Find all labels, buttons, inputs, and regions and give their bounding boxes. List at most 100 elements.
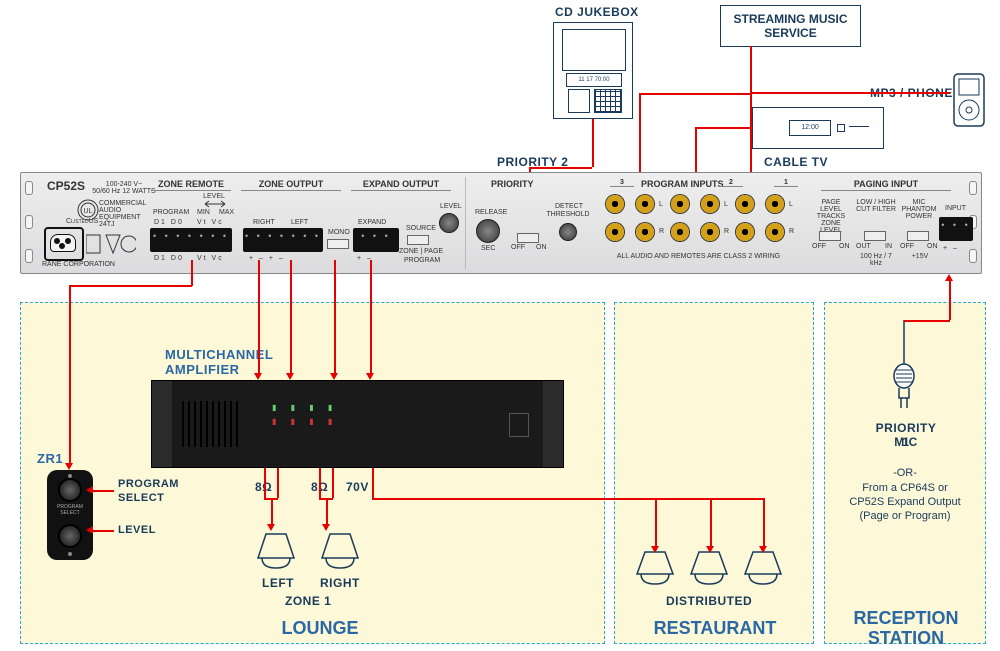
zone1-label: ZONE 1 [285, 594, 331, 608]
zo-right: RIGHT [253, 219, 275, 226]
zr-min: MIN [197, 209, 210, 216]
cert-label: COMMERCIAL AUDIO EQUIPMENT 24TJ [99, 200, 135, 228]
speaker-right-label: RIGHT [320, 576, 360, 590]
phantom-switch[interactable] [907, 231, 929, 241]
paging-input-label: INPUT [945, 205, 966, 212]
reception-note3: (Page or Program) [840, 510, 970, 522]
imp3-label: 70V [346, 480, 369, 494]
power-spec: 100-240 V~ 50/60 Hz 12 WATTS [89, 181, 159, 195]
restaurant-title: RESTAURANT [640, 618, 790, 639]
prog1-l-jack[interactable] [736, 195, 754, 213]
paging-input-connector[interactable]: • • • [939, 217, 973, 241]
zone-remote-header: ZONE REMOTE [151, 179, 231, 191]
pr-release: RELEASE [475, 209, 507, 216]
reception-or: -OR- [840, 467, 970, 479]
ph-on: ON [927, 243, 938, 250]
priority-on-switch[interactable] [517, 233, 539, 243]
page-level-switch[interactable] [819, 231, 841, 241]
zr1-label: ZR1 [37, 451, 63, 466]
streaming-label: STREAMING MUSIC SERVICE [721, 6, 860, 40]
zo-left: LEFT [291, 219, 308, 226]
filter-switch[interactable] [864, 231, 886, 241]
phantom-label: MIC PHANTOM POWER [901, 199, 937, 220]
prog-l2: L [724, 201, 728, 208]
cable-tv-label: CABLE TV [764, 155, 828, 169]
prog1-r2-jack[interactable] [766, 223, 784, 241]
amp-title2: AMPLIFIER [165, 362, 240, 377]
zr1-panel-text: PROGRAM SELECT [47, 504, 93, 516]
cd-jukebox-label: CD JUKEBOX [555, 5, 639, 19]
prog-r3: R [789, 228, 794, 235]
prog2-r-jack[interactable] [671, 223, 689, 241]
prog-r2: R [724, 228, 729, 235]
prog1-r-jack[interactable] [736, 223, 754, 241]
svg-text:UL: UL [84, 208, 93, 215]
prog-r1: R [659, 228, 664, 235]
speaker-left-label: LEFT [262, 576, 294, 590]
zone-output-connector[interactable]: • • • • • • • [243, 228, 323, 252]
lounge-title: LOUNGE [260, 618, 380, 639]
cd-jukebox-device: 11 17 70:00 [553, 22, 633, 119]
prog3-num: 3 [610, 179, 634, 187]
prog2-r2-jack[interactable] [701, 223, 719, 241]
ph-off: OFF [900, 243, 914, 250]
cable-tv-device: 12:00 [752, 107, 884, 149]
distributed-label: DISTRIBUTED [666, 594, 752, 608]
zo-sig: + – + – [249, 255, 285, 262]
eo-zonepage: ZONE | PAGE [399, 248, 443, 255]
eo-level: LEVEL [440, 203, 462, 210]
zo-mono: MONO [328, 229, 350, 236]
filter-in: IN [885, 243, 892, 250]
prog2-l-jack[interactable] [671, 195, 689, 213]
model-label: CP52S [47, 179, 85, 193]
lounge-zone [20, 302, 605, 644]
cp52s-rear-panel: CP52S 100-240 V~ 50/60 Hz 12 WATTS COMME… [20, 172, 982, 274]
company-label: RANE CORPORATION [42, 261, 115, 268]
mono-switch[interactable] [327, 239, 349, 249]
pr-sec: SEC [481, 245, 495, 252]
priority-header: PRIORITY [491, 179, 534, 190]
power-inlet[interactable] [44, 227, 84, 261]
cd-display: 11 17 70:00 [566, 73, 622, 87]
zr1-level-knob[interactable] [58, 524, 82, 548]
microphone-icon [887, 320, 921, 410]
prog1-l2-jack[interactable] [766, 195, 784, 213]
filter-vals: 100 Hz / 7 kHz [856, 253, 896, 267]
pl-on: ON [839, 243, 850, 250]
prog3-r-jack[interactable] [606, 223, 624, 241]
expand-connector[interactable]: • • • [353, 228, 399, 252]
zr1-select-label: SELECT [118, 492, 164, 504]
pl-off: OFF [812, 243, 826, 250]
release-knob[interactable] [476, 219, 500, 243]
prog3-l-jack[interactable] [606, 195, 624, 213]
prog2-l2-jack[interactable] [701, 195, 719, 213]
zr1-program-label: PROGRAM [118, 478, 179, 490]
zr-pins-top: D1 D0 [154, 219, 184, 226]
zr1-panel[interactable]: PROGRAM SELECT [47, 470, 93, 560]
prog3-r2-jack[interactable] [636, 223, 654, 241]
restaurant-zone [614, 302, 814, 644]
pr-on: ON [536, 244, 547, 251]
zr-pins-bot: D1 D0 [154, 255, 184, 262]
prog1-num: 1 [774, 179, 798, 187]
reception-title: RECEPTION STATION [836, 608, 976, 648]
zone-remote-connector[interactable]: • • • • • • • [150, 228, 232, 252]
tv-display: 12:00 [789, 120, 831, 136]
pr-thresh: THRESHOLD [543, 211, 593, 218]
tracks: TRACKS [817, 213, 845, 220]
reception-note2: CP52S Expand Output [840, 496, 970, 508]
class2-note: ALL AUDIO AND REMOTES ARE CLASS 2 WIRING [601, 253, 796, 260]
paging-input-header: PAGING INPUT [821, 179, 951, 191]
source-switch[interactable] [407, 235, 429, 245]
streaming-music-box: STREAMING MUSIC SERVICE [720, 5, 861, 47]
prog3-l2-jack[interactable] [636, 195, 654, 213]
expand-level-knob[interactable] [439, 213, 459, 233]
zr-max: MAX [219, 209, 234, 216]
program-inputs-header: PROGRAM INPUTS [641, 179, 724, 189]
mp3-player-icon [950, 72, 990, 132]
zr1-program-knob[interactable] [58, 478, 82, 502]
detect-knob[interactable] [559, 223, 577, 241]
priority1-mic-label: MIC [871, 435, 941, 449]
speaker-left [252, 522, 300, 570]
prog-l3: L [789, 201, 793, 208]
